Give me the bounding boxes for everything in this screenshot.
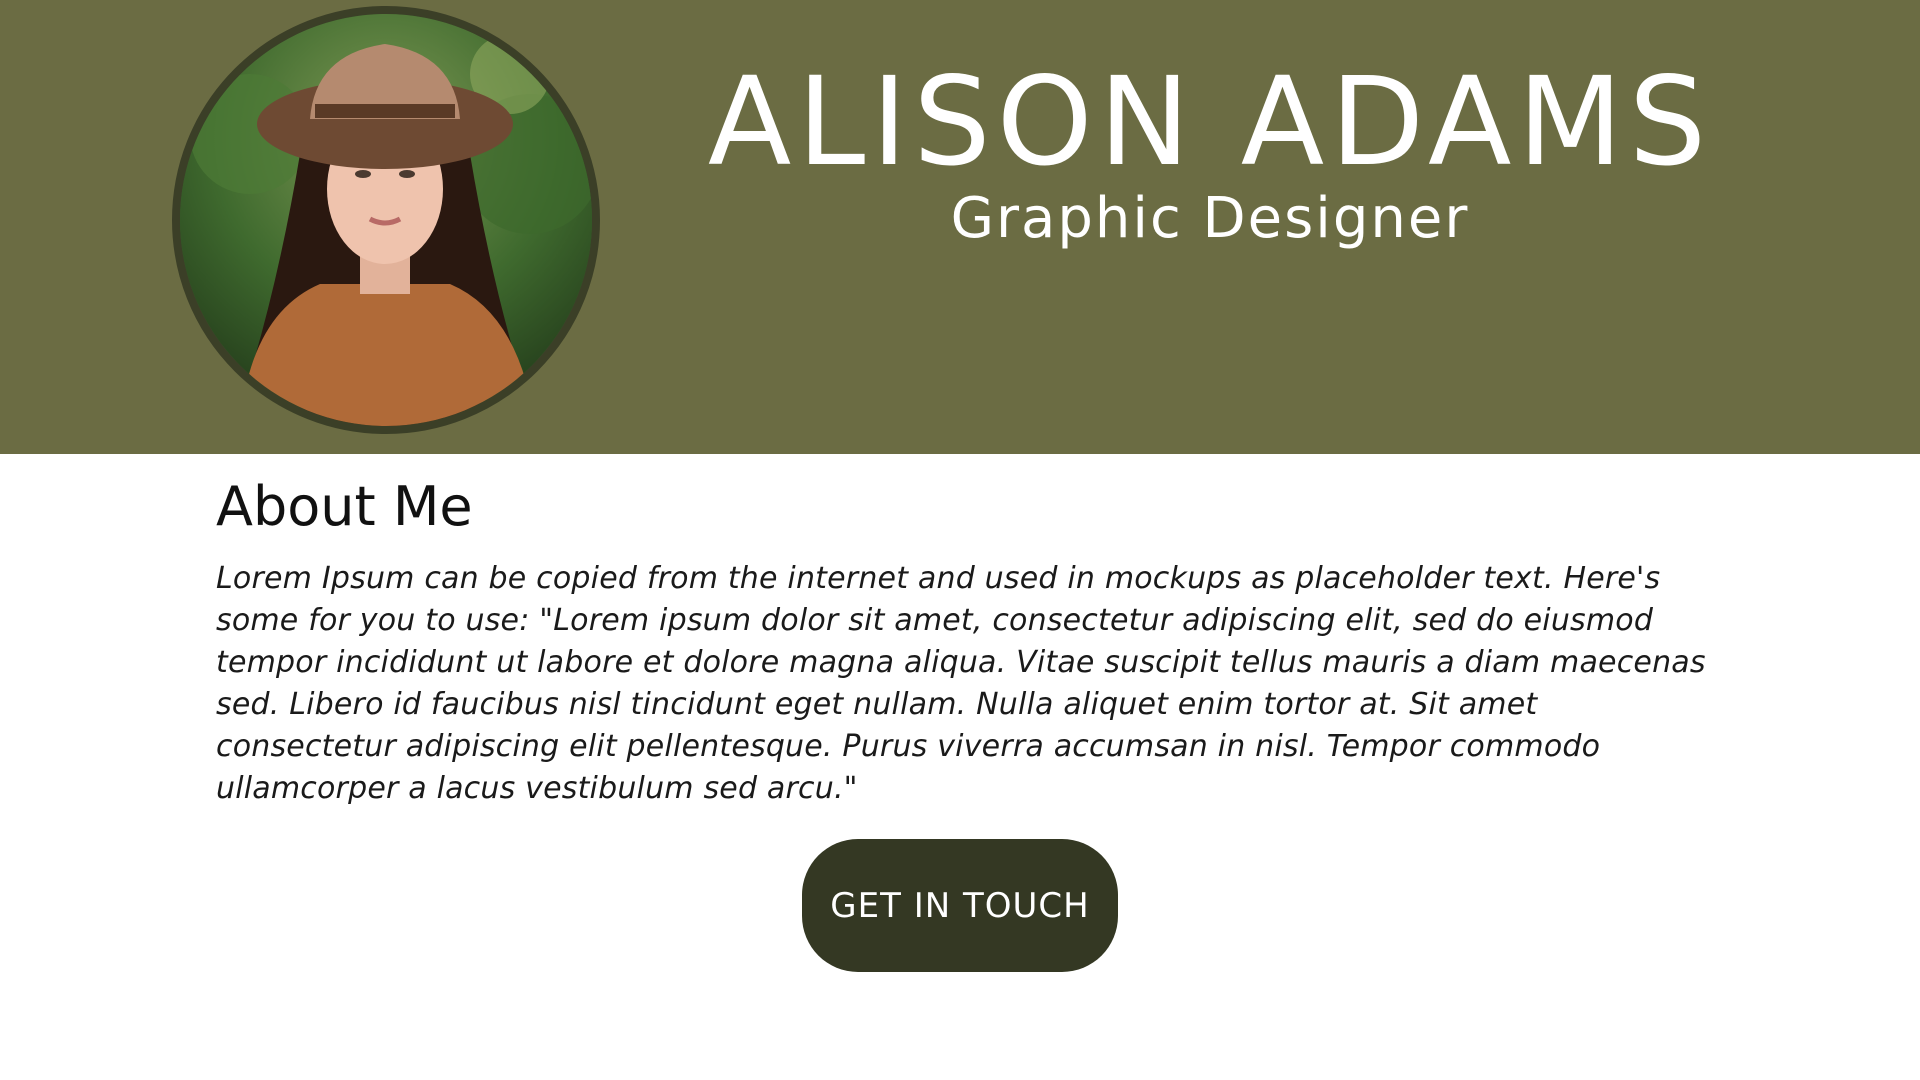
about-heading: About Me: [216, 475, 473, 538]
profile-photo: [172, 6, 600, 434]
header-banner: ALISON ADAMS Graphic Designer: [0, 0, 1920, 454]
about-text: Lorem Ipsum can be copied from the inter…: [216, 561, 1706, 806]
portrait-icon: [180, 14, 592, 426]
profile-name: ALISON ADAMS: [707, 51, 1713, 193]
profile-title: Graphic Designer: [950, 186, 1470, 251]
get-in-touch-button[interactable]: GET IN TOUCH: [802, 839, 1118, 972]
